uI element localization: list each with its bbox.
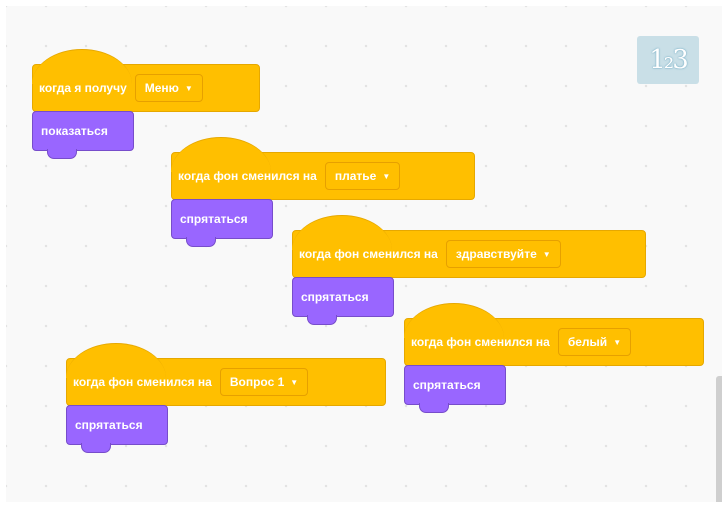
- caret-down-icon: ▼: [184, 83, 193, 93]
- dropdown-value: здравствуйте: [455, 247, 537, 261]
- dropdown-value: платье: [334, 169, 377, 183]
- caret-down-icon: ▼: [290, 377, 299, 387]
- hide-block[interactable]: спрятаться: [404, 365, 506, 413]
- hide-block[interactable]: спрятаться: [171, 199, 273, 247]
- hat-block-label: когда фон сменился на: [299, 247, 438, 261]
- backdrop-dropdown[interactable]: платье ▼: [324, 162, 401, 190]
- backdrop-switches-hat-block[interactable]: когда фон сменился на платье ▼: [171, 137, 475, 200]
- backdrop-switches-hat-block[interactable]: когда фон сменился на белый ▼: [404, 303, 704, 366]
- hide-block[interactable]: спрятаться: [292, 277, 394, 325]
- backdrop-dropdown[interactable]: здравствуйте ▼: [445, 240, 561, 268]
- hat-block-label: когда фон сменился на: [411, 335, 550, 349]
- message-dropdown[interactable]: Меню ▼: [134, 74, 203, 102]
- show-block[interactable]: показаться: [32, 111, 134, 159]
- language-badge-label: 1₂3: [649, 45, 688, 75]
- backdrop-dropdown[interactable]: Вопрос 1 ▼: [219, 368, 309, 396]
- hat-block-label: когда я получу: [39, 81, 127, 95]
- caret-down-icon: ▼: [542, 249, 551, 259]
- dropdown-value: Вопрос 1: [229, 375, 285, 389]
- dropdown-value: Меню: [144, 81, 179, 95]
- block-label: спрятаться: [75, 418, 143, 432]
- hide-block[interactable]: спрятаться: [66, 405, 168, 453]
- block-label: спрятаться: [413, 378, 481, 392]
- vertical-scrollbar[interactable]: [716, 376, 722, 502]
- backdrop-switches-hat-block[interactable]: когда фон сменился на Вопрос 1 ▼: [66, 343, 386, 406]
- backdrop-switches-hat-block[interactable]: когда фон сменился на здравствуйте ▼: [292, 215, 646, 278]
- hat-block-label: когда фон сменился на: [73, 375, 212, 389]
- caret-down-icon: ▼: [382, 171, 391, 181]
- block-label: показаться: [41, 124, 108, 138]
- backdrop-dropdown[interactable]: белый ▼: [557, 328, 632, 356]
- caret-down-icon: ▼: [613, 337, 622, 347]
- hat-block-label: когда фон сменился на: [178, 169, 317, 183]
- code-workspace[interactable]: 1₂3 когда я получу Меню ▼ показаться ког…: [6, 6, 722, 502]
- block-label: спрятаться: [301, 290, 369, 304]
- language-badge[interactable]: 1₂3: [637, 36, 699, 84]
- dropdown-value: белый: [567, 335, 608, 349]
- script-backdrop-switch-question[interactable]: когда фон сменился на Вопрос 1 ▼ спрятат…: [66, 343, 386, 453]
- block-label: спрятаться: [180, 212, 248, 226]
- script-backdrop-switch-white[interactable]: когда фон сменился на белый ▼ спрятаться: [404, 303, 704, 413]
- when-i-receive-hat-block[interactable]: когда я получу Меню ▼: [32, 49, 260, 112]
